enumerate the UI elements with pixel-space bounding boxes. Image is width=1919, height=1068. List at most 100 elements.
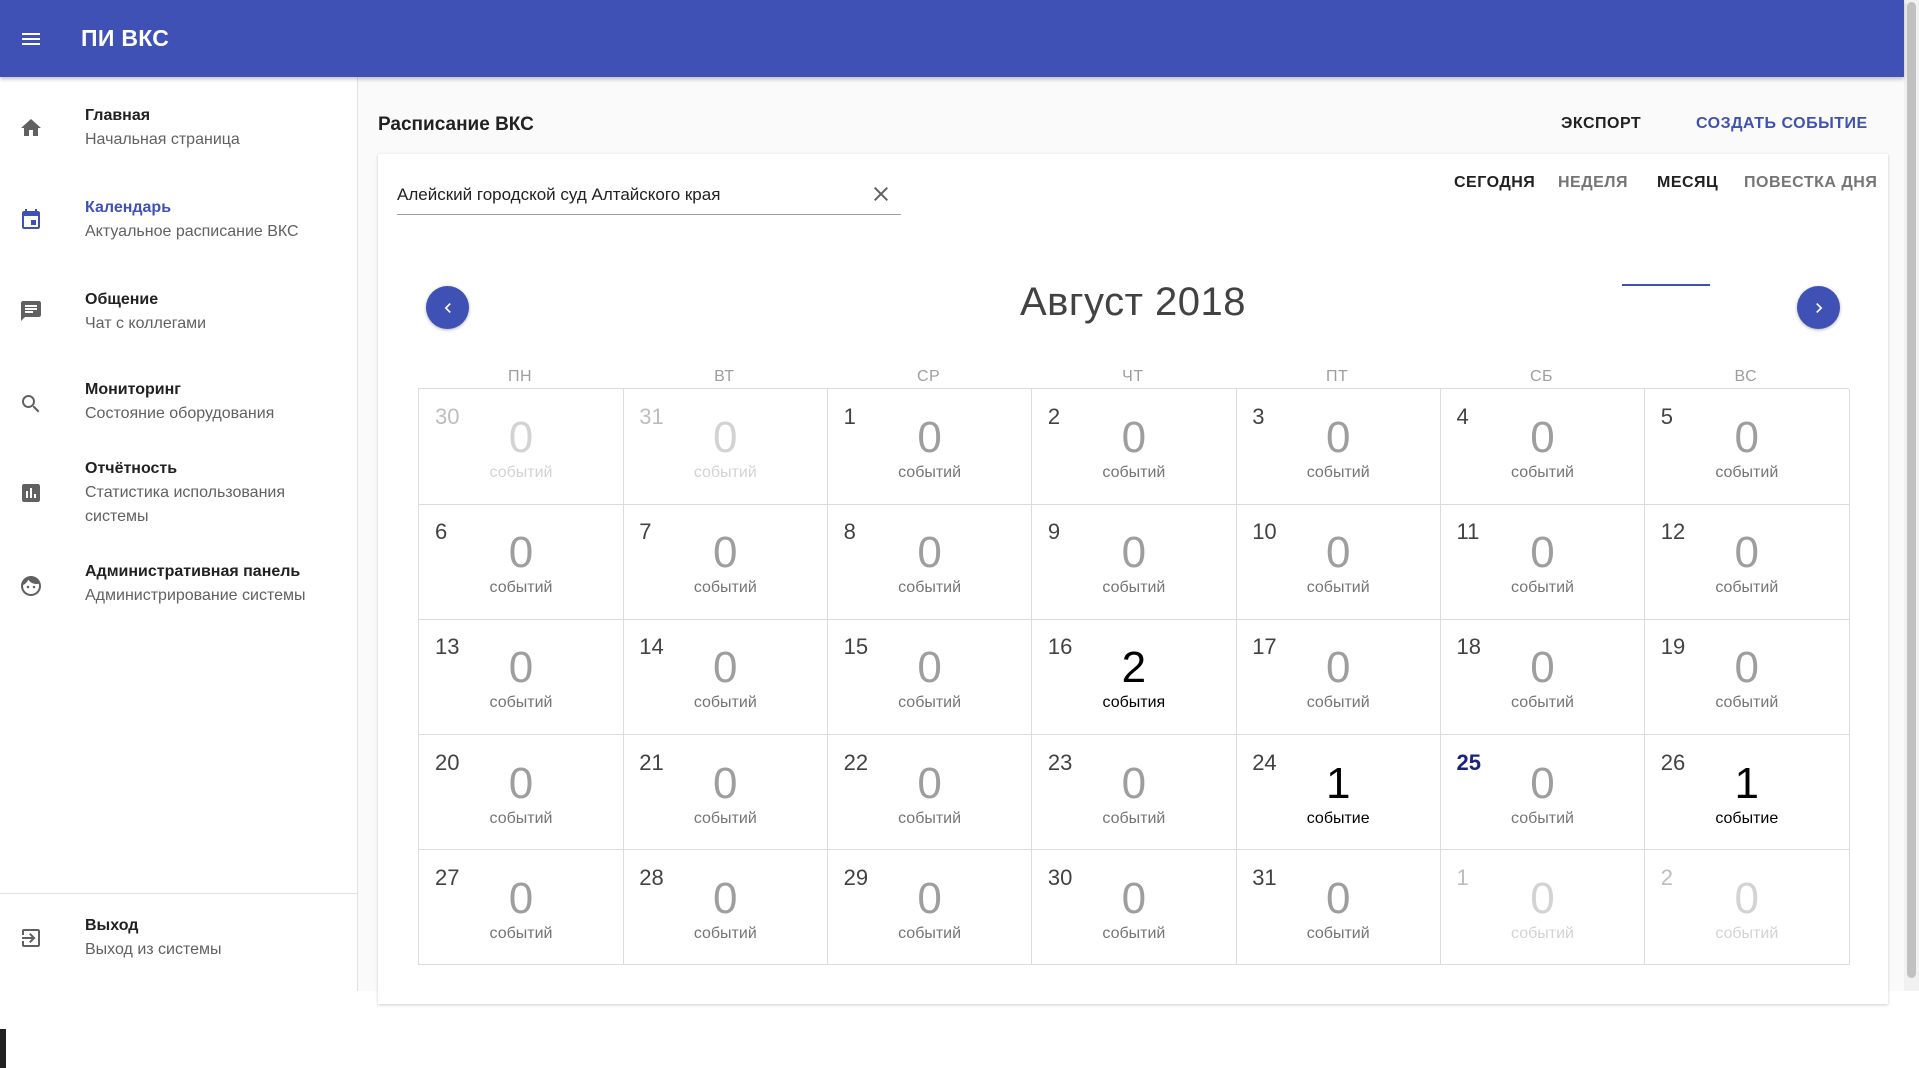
calendar-day-cell[interactable]: 2 0 событий	[1644, 849, 1850, 966]
event-count: 0	[508, 413, 534, 462]
create-event-button[interactable]: Создать событие	[1696, 115, 1868, 133]
calendar-day-cell[interactable]: 10 0 событий	[1236, 504, 1441, 620]
calendar-day-cell[interactable]: 6 0 событий	[419, 504, 624, 620]
event-count: 0	[1325, 873, 1351, 923]
event-count: 0	[1325, 528, 1351, 578]
sidebar-item-calendar[interactable]: Календарь Актуальное расписание ВКС	[0, 193, 357, 263]
weekday-label: СР	[916, 368, 941, 385]
event-count-label: событий	[693, 464, 757, 481]
event-count-label: событий	[1102, 579, 1166, 597]
event-count-label: событий	[1306, 579, 1370, 597]
event-count-label: события	[1102, 694, 1166, 712]
calendar-day-cell[interactable]: 2 0 событий	[1031, 389, 1237, 505]
calendar-day-cell[interactable]: 27 0 событий	[419, 849, 624, 966]
calendar-day-cell[interactable]: 18 0 событий	[1440, 619, 1646, 736]
event-count-label: событий	[1102, 464, 1166, 481]
calendar-icon	[22, 209, 40, 229]
sidebar-item-subtitle: Начальная страница	[85, 131, 240, 148]
calendar-day-cell[interactable]: 22 0 событий	[827, 734, 1033, 851]
calendar-day-cell[interactable]: 19 0 событий	[1644, 619, 1850, 736]
calendar-day-cell[interactable]: 14 0 событий	[623, 619, 829, 736]
month-title: Август 2018	[1020, 280, 1246, 324]
event-count-label: событий	[693, 809, 757, 827]
calendar-day-cell[interactable]: 8 0 событий	[827, 504, 1033, 620]
calendar-body: Август 2018 ПН ВТ СР ЧТ ПТ СБ ВС 30 0 событий 31 0…	[378, 154, 1888, 1004]
sidebar-item-monitoring[interactable]: Мониторинг Состояние оборудования	[0, 377, 357, 447]
event-count: 0	[1734, 643, 1760, 693]
main-content: Расписание ВКС Экспорт Создать событие С…	[358, 77, 1904, 1004]
menu-icon	[22, 32, 40, 45]
calendar-day-cell[interactable]: 12 0 событий	[1644, 504, 1850, 620]
calendar-day-cell[interactable]: 30 0 событий	[1031, 849, 1237, 966]
calendar-day-cell[interactable]: 21 0 событий	[623, 734, 829, 851]
bar-chart-icon	[22, 484, 40, 502]
event-count: 0	[1530, 413, 1555, 462]
event-count: 0	[713, 873, 738, 923]
sidebar-item-logout[interactable]: Выход Выход из системы	[0, 911, 357, 981]
calendar-day-cell[interactable]: 26 1 событие	[1644, 734, 1850, 851]
calendar-day-cell[interactable]: 23 0 событий	[1031, 734, 1237, 851]
event-count: 0	[508, 528, 534, 578]
sidebar-item-chat[interactable]: Общение Чат с коллегами	[0, 285, 357, 355]
calendar-day-cell[interactable]: 29 0 событий	[827, 849, 1033, 966]
calendar-day-cell[interactable]: 20 0 событий	[419, 734, 624, 851]
search-icon	[22, 395, 40, 413]
sidebar-item-title: Мониторинг	[85, 381, 181, 398]
sidebar-item-subtitle: Администрирование системы	[85, 587, 306, 604]
calendar-day-cell[interactable]: 15 0 событий	[827, 619, 1033, 736]
weekday-label: ПТ	[1326, 368, 1349, 385]
calendar-day-cell[interactable]: 30 0 событий	[419, 389, 624, 505]
event-count-label: событий	[1715, 579, 1779, 597]
calendar-day-cell[interactable]: 9 0 событий	[1031, 504, 1237, 620]
sidebar-item-home[interactable]: Главная Начальная страница	[0, 101, 357, 171]
scrollbar-thumb[interactable]	[1907, 2, 1916, 978]
event-count-label: событий	[1306, 924, 1370, 942]
page-scrollbar[interactable]	[1904, 0, 1919, 991]
calendar-day-cell[interactable]: 24 1 событие	[1236, 734, 1441, 851]
calendar-day-cell[interactable]: 1 0 событий	[1440, 849, 1646, 966]
calendar-day-cell[interactable]: 3 0 событий	[1236, 389, 1441, 505]
event-count: 0	[1530, 643, 1555, 693]
event-count: 0	[508, 758, 534, 808]
calendar-day-cell[interactable]: 1 0 событий	[827, 389, 1033, 505]
calendar-day-cell[interactable]: 31 0 событий	[1236, 849, 1441, 966]
chevron-right-icon	[1815, 302, 1822, 313]
event-count: 0	[1734, 413, 1760, 462]
event-count-label: событие	[1306, 809, 1370, 827]
event-count-label: событий	[898, 924, 962, 942]
calendar-day-cell[interactable]: 28 0 событий	[623, 849, 829, 966]
event-count: 0	[508, 873, 534, 923]
event-count-label: событий	[1102, 809, 1166, 827]
sidebar-item-admin[interactable]: Административная панель Администрировани…	[0, 559, 357, 629]
event-count: 1	[1734, 758, 1760, 808]
calendar-day-cell[interactable]: 25 0 событий	[1440, 734, 1646, 851]
calendar-day-cell[interactable]: 7 0 событий	[623, 504, 829, 620]
face-icon	[21, 576, 41, 596]
calendar-day-cell[interactable]: 11 0 событий	[1440, 504, 1646, 620]
calendar-day-cell[interactable]: 16 2 события	[1031, 619, 1237, 736]
event-count: 0	[917, 528, 942, 578]
event-count-label: событий	[489, 579, 553, 597]
window-edge-marker	[0, 1029, 6, 1068]
calendar-day-cell[interactable]: 13 0 событий	[419, 619, 624, 736]
event-count-label: событие	[1715, 809, 1779, 827]
calendar-day-cell[interactable]: 17 0 событий	[1236, 619, 1441, 736]
sidebar-item-reports[interactable]: Отчётность Статистика использования сист…	[0, 456, 357, 546]
calendar-day-cell[interactable]: 4 0 событий	[1440, 389, 1646, 505]
export-button[interactable]: Экспорт	[1561, 115, 1641, 133]
event-count-label: событий	[489, 924, 553, 942]
next-month-button[interactable]	[1797, 286, 1840, 329]
weekday-label: ЧТ	[1122, 368, 1144, 385]
menu-button[interactable]	[0, 0, 62, 77]
calendar-day-cell[interactable]: 31 0 событий	[623, 389, 829, 505]
weekday-label: ПН	[507, 368, 533, 385]
event-count-label: событий	[1306, 694, 1370, 712]
sidebar-item-subtitle: Статистика использования системы	[85, 484, 286, 525]
event-count-label: событий	[1715, 694, 1779, 712]
app-bar: ПИ ВКС	[0, 0, 1904, 77]
event-count: 0	[1325, 643, 1351, 693]
sidebar-item-title: Выход	[85, 917, 139, 934]
home-icon	[21, 119, 41, 136]
calendar-day-cell[interactable]: 5 0 событий	[1644, 389, 1850, 505]
event-count: 1	[1325, 758, 1351, 808]
